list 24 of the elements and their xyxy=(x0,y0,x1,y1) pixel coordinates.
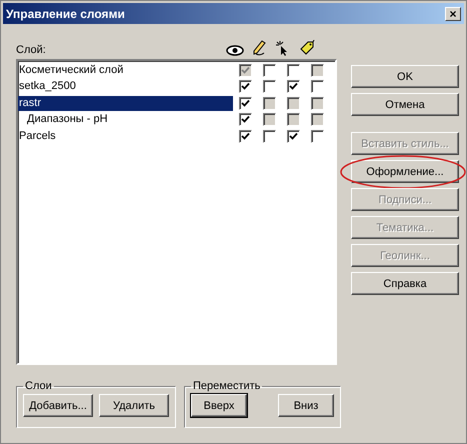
layer-name[interactable]: Диапазоны - pH xyxy=(18,112,233,128)
checkbox[interactable] xyxy=(262,64,276,77)
checkbox[interactable] xyxy=(238,96,252,110)
eye-icon xyxy=(226,45,244,56)
group-title: Слои xyxy=(24,380,53,392)
dialog-button[interactable]: Оформление... xyxy=(351,160,459,183)
checkbox[interactable] xyxy=(286,64,300,77)
dialog-button[interactable]: Вниз xyxy=(278,394,334,417)
layer-name[interactable]: setka_2500 xyxy=(18,79,233,94)
dialog-button[interactable]: OK xyxy=(351,65,459,88)
dialog-button[interactable]: Вверх xyxy=(191,394,247,417)
dialog-button[interactable]: Добавить... xyxy=(23,394,93,417)
close-button[interactable]: × xyxy=(445,6,461,20)
dialog-button[interactable]: Справка xyxy=(351,272,459,295)
dialog-button[interactable]: Отмена xyxy=(351,93,459,116)
pencil-icon xyxy=(252,40,266,56)
layer-name[interactable]: rastr xyxy=(18,96,233,111)
list-label: Слой: xyxy=(16,44,47,56)
tag-icon xyxy=(299,40,315,56)
group-title: Переместить xyxy=(192,380,262,392)
layer-name[interactable]: Parcels xyxy=(18,128,233,144)
layer-name[interactable]: Косметический слой xyxy=(18,62,233,78)
dialog-button[interactable]: Удалить xyxy=(99,394,169,417)
window-title: Управление слоями xyxy=(6,6,125,20)
